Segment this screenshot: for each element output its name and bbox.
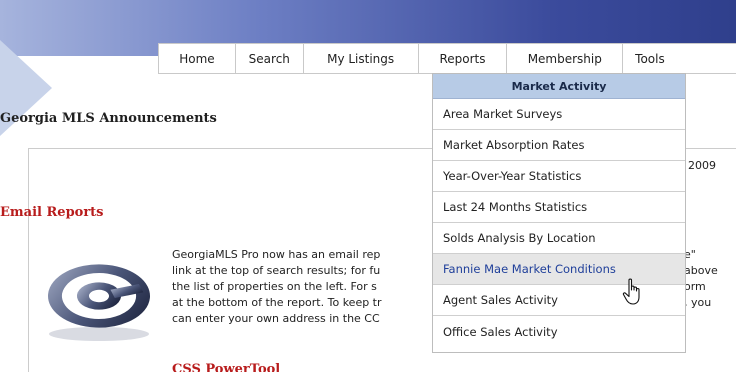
body-line: link at the top of search results; for f… bbox=[172, 264, 381, 277]
nav-tools[interactable]: Tools bbox=[623, 44, 736, 73]
nav-my-listings[interactable]: My Listings bbox=[304, 44, 419, 73]
body-line-fragment: above bbox=[684, 264, 718, 277]
menu-header-market-activity: Market Activity bbox=[433, 74, 685, 99]
menu-item-year-over-year-statistics[interactable]: Year-Over-Year Statistics bbox=[433, 161, 685, 192]
menu-item-solds-analysis-by-location[interactable]: Solds Analysis By Location bbox=[433, 223, 685, 254]
at-sign-icon bbox=[48, 264, 150, 341]
email-reports-body-right: e" above orm , you bbox=[684, 247, 736, 311]
menu-item-market-absorption-rates[interactable]: Market Absorption Rates bbox=[433, 130, 685, 161]
menu-item-fannie-mae-market-conditions[interactable]: Fannie Mae Market Conditions bbox=[433, 254, 685, 285]
body-line: at the bottom of the report. To keep tr bbox=[172, 296, 382, 309]
nav-reports[interactable]: Reports bbox=[419, 44, 508, 73]
menu-item-office-sales-activity[interactable]: Office Sales Activity bbox=[433, 316, 685, 347]
nav-home[interactable]: Home bbox=[159, 44, 236, 73]
menu-item-agent-sales-activity[interactable]: Agent Sales Activity bbox=[433, 285, 685, 316]
nav-search[interactable]: Search bbox=[236, 44, 304, 73]
body-line: the list of properties on the left. For … bbox=[172, 280, 377, 293]
reports-dropdown-menu: Market Activity Area Market Surveys Mark… bbox=[432, 73, 686, 353]
body-line-fragment: e" bbox=[684, 248, 696, 261]
email-reports-heading: Email Reports bbox=[0, 205, 104, 220]
body-line: can enter your own address in the CC bbox=[172, 312, 380, 325]
nav-membership[interactable]: Membership bbox=[507, 44, 624, 73]
body-line: GeorgiaMLS Pro now has an email rep bbox=[172, 248, 381, 261]
body-line-fragment: , you bbox=[684, 296, 712, 309]
email-reports-body: GeorgiaMLS Pro now has an email rep link… bbox=[172, 247, 472, 327]
hand-pointer-icon bbox=[622, 278, 640, 305]
body-line-fragment: orm bbox=[684, 280, 706, 293]
menu-item-area-market-surveys[interactable]: Area Market Surveys bbox=[433, 99, 685, 130]
decorative-arrow-shape bbox=[0, 40, 52, 136]
announcement-date: 2009 bbox=[688, 159, 716, 172]
menu-item-last-24-months-statistics[interactable]: Last 24 Months Statistics bbox=[433, 192, 685, 223]
announcements-title: Georgia MLS Announcements bbox=[0, 111, 217, 126]
main-navigation: Home Search My Listings Reports Membersh… bbox=[158, 43, 736, 74]
css-powertool-heading: CSS PowerTool bbox=[172, 362, 281, 372]
